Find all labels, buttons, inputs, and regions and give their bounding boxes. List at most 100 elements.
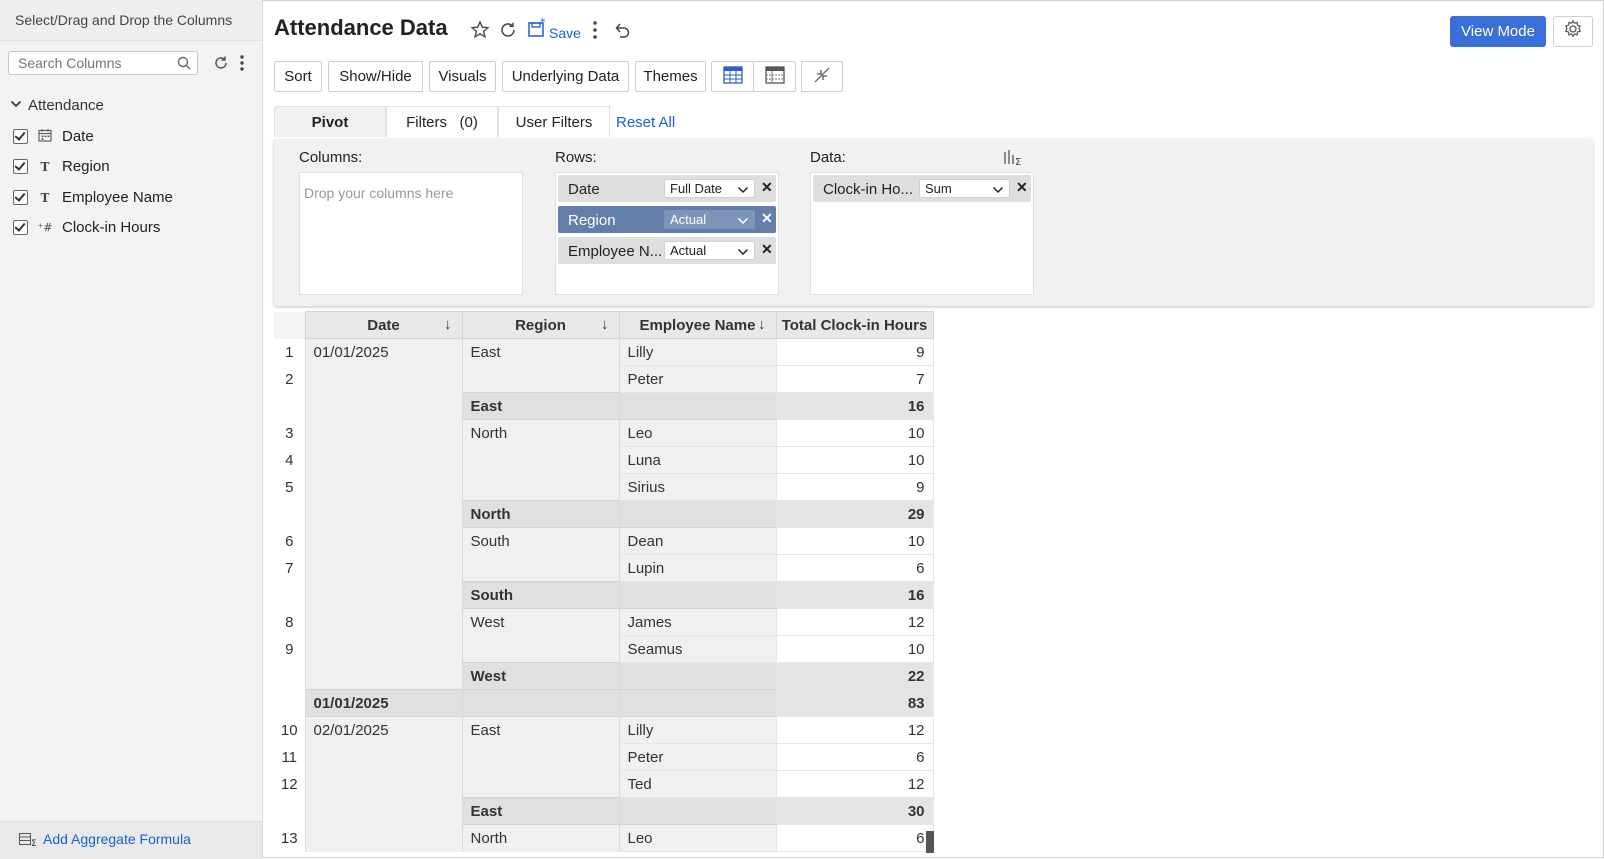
column-item-employee-name[interactable]: T Employee Name: [13, 189, 173, 206]
search-icon[interactable]: [177, 56, 191, 75]
column-checkbox[interactable]: [13, 220, 28, 235]
cell-employee-name: Ted: [618, 770, 777, 798]
column-item-region[interactable]: T Region: [13, 158, 110, 175]
remove-chip-close-icon[interactable]: ✕: [761, 241, 773, 258]
cell-total-clock-in-hours: 16: [775, 581, 934, 609]
header-employee-name[interactable]: Employee Name ↓: [618, 311, 777, 339]
table-row: 5 Sirius 9: [274, 473, 934, 501]
show-hide-button[interactable]: Show/Hide: [328, 61, 423, 92]
rows-drop-zone[interactable]: Date Full Date ✕ Region Actual ✕ Employe…: [555, 172, 779, 295]
data-chip-aggregate-select[interactable]: Sum: [919, 179, 1010, 198]
formula-icon: Σ: [19, 833, 39, 852]
reload-icon[interactable]: [499, 21, 517, 44]
row-number: 6: [274, 527, 305, 555]
cell-employee-name: Peter: [618, 743, 777, 771]
gear-icon[interactable]: [1563, 19, 1583, 44]
remove-chip-close-icon[interactable]: ✕: [761, 210, 773, 227]
cell-employee-name: [618, 689, 777, 717]
tree-group-attendance[interactable]: Attendance: [10, 97, 104, 114]
cell-region: South: [461, 527, 620, 555]
sort-button[interactable]: Sort: [274, 61, 322, 92]
refresh-icon[interactable]: [213, 55, 229, 76]
remove-chip-close-icon[interactable]: ✕: [761, 179, 773, 196]
tab-pivot[interactable]: Pivot: [274, 106, 386, 137]
visuals-button[interactable]: Visuals: [429, 61, 496, 92]
table-layout-button[interactable]: [711, 61, 754, 92]
more-vertical-icon[interactable]: [592, 20, 598, 45]
row-chip-select[interactable]: Actual: [664, 210, 755, 229]
cell-date: 01/01/2025: [304, 689, 463, 717]
star-icon[interactable]: [470, 20, 490, 45]
data-drop-zone[interactable]: Clock-in Ho... Sum ✕: [810, 172, 1034, 295]
cell-region: [461, 554, 620, 582]
themes-button[interactable]: Themes: [635, 61, 706, 92]
column-item-clock-in-hours[interactable]: ⁺# Clock-in Hours: [13, 219, 160, 236]
add-aggregate-formula-button[interactable]: Σ Add Aggregate Formula: [0, 821, 262, 859]
view-mode-button[interactable]: View Mode: [1450, 16, 1546, 47]
tree-group-label: Attendance: [28, 97, 104, 114]
table-row: 10 02/01/2025 East Lilly 12: [274, 716, 934, 744]
aggregate-formula-icon[interactable]: Σ: [1002, 148, 1024, 171]
save-button[interactable]: Save: [549, 25, 581, 41]
cell-total-clock-in-hours: 29: [775, 500, 934, 528]
header-region[interactable]: Region ↓: [461, 311, 620, 339]
undo-icon[interactable]: [613, 21, 631, 44]
tab-filters[interactable]: Filters (0): [386, 106, 498, 137]
cell-employee-name: Luna: [618, 446, 777, 474]
cell-date: [304, 419, 463, 447]
collapse-arrows-icon[interactable]: [812, 65, 832, 89]
row-number: [274, 662, 305, 690]
settings-button[interactable]: [1553, 16, 1593, 47]
row-number: [274, 500, 305, 528]
save-icon[interactable]: *: [527, 16, 549, 44]
search-columns-box[interactable]: [8, 51, 198, 75]
column-checkbox[interactable]: [13, 129, 28, 144]
tab-user-filters[interactable]: User Filters: [498, 106, 610, 137]
cell-region: [461, 365, 620, 393]
columns-drop-zone[interactable]: Drop your columns here: [299, 172, 523, 295]
row-chip-employee-name[interactable]: Employee N... Actual ✕: [558, 237, 776, 264]
header-date[interactable]: Date ↓: [304, 311, 463, 339]
cell-date: [304, 392, 463, 420]
sort-arrow-icon[interactable]: ↓: [601, 316, 609, 333]
cell-employee-name: Dean: [618, 527, 777, 555]
region-subtotal-row: West 22: [274, 662, 934, 690]
search-input[interactable]: [18, 53, 168, 73]
cell-total-clock-in-hours: 10: [775, 446, 934, 474]
column-checkbox[interactable]: [13, 190, 28, 205]
region-subtotal-row: East 30: [274, 797, 934, 825]
add-aggregate-formula-label[interactable]: Add Aggregate Formula: [43, 831, 191, 847]
column-sidebar: Select/Drag and Drop the Columns Attenda…: [0, 0, 263, 859]
underlying-data-button[interactable]: Underlying Data: [502, 61, 629, 92]
cell-date: [304, 500, 463, 528]
sort-arrow-icon[interactable]: ↓: [444, 316, 452, 333]
row-number: 5: [274, 473, 305, 501]
data-chip-clock-in-hours[interactable]: Clock-in Ho... Sum ✕: [813, 175, 1031, 202]
sort-arrow-icon[interactable]: ↓: [758, 316, 766, 333]
row-chip-select[interactable]: Full Date: [664, 179, 755, 198]
chevron-down-icon[interactable]: [10, 97, 22, 114]
row-chip-region[interactable]: Region Actual ✕: [558, 206, 776, 233]
chevron-down-icon: [737, 183, 749, 198]
header-total-clock-in-hours[interactable]: Total Clock-in Hours: [775, 311, 934, 339]
cell-employee-name: [618, 662, 777, 690]
column-item-date[interactable]: Date: [13, 128, 94, 145]
remove-chip-close-icon[interactable]: ✕: [1016, 179, 1028, 196]
cell-employee-name: [618, 500, 777, 528]
cell-region: West: [461, 608, 620, 636]
table-header-row: Date ↓ Region ↓ Employee Name ↓ Total Clock…: [274, 311, 934, 339]
pivot-layout-button[interactable]: [753, 61, 796, 92]
cell-date: 02/01/2025: [304, 716, 463, 744]
pivot-view-icon[interactable]: [764, 65, 785, 88]
pivot-table-body: 1 01/01/2025 East Lilly 9 2 Peter 7 East 16 3 North…: [274, 338, 934, 852]
cell-date: [304, 554, 463, 582]
cell-resize-handle[interactable]: [926, 831, 934, 853]
more-options-icon[interactable]: [239, 54, 245, 77]
column-checkbox[interactable]: [13, 159, 28, 174]
cell-date: [304, 770, 463, 798]
row-chip-date[interactable]: Date Full Date ✕: [558, 175, 776, 202]
reset-all-link[interactable]: Reset All: [616, 114, 675, 131]
collapse-button[interactable]: [801, 61, 843, 92]
table-view-icon[interactable]: [722, 65, 743, 88]
row-chip-select[interactable]: Actual: [664, 241, 755, 260]
